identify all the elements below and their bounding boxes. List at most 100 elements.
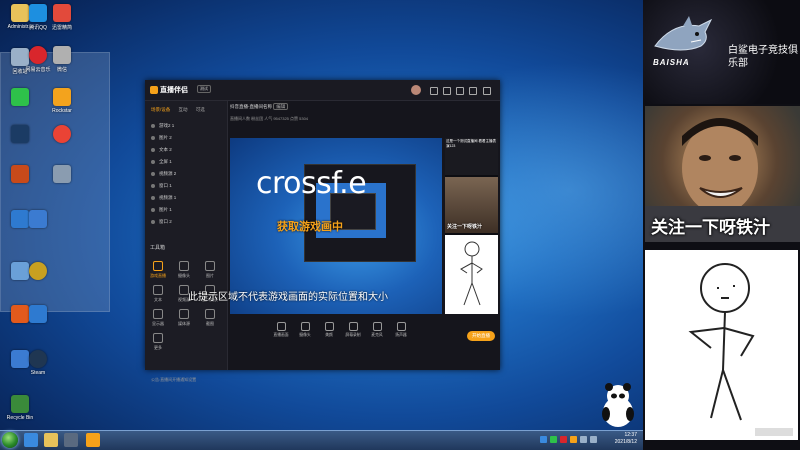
desktop-icon[interactable]: Recycle Bin [0,395,44,421]
beauty-button[interactable]: 美颜 [318,322,340,338]
microphone-icon [372,322,382,331]
desktop-icon[interactable] [14,305,62,325]
maximize-icon[interactable] [469,87,477,95]
club-banner: BAISHA 白鲨电子竞技俱乐部 [643,0,800,104]
eye-icon[interactable] [151,207,155,212]
tool-image[interactable]: 图片 [200,261,220,279]
start-live-button[interactable]: 开始直播 [467,331,495,341]
explorer-icon[interactable] [44,433,58,447]
clock[interactable]: 12:37 2021/8/12 [615,432,637,446]
taskbar: 12:37 2021/8/12 [0,430,643,450]
monitor-icon [153,309,163,319]
tool-game[interactable]: 游戏直播 [148,261,168,279]
scene-item[interactable]: 视频源 1 [151,195,176,201]
edit-badge[interactable]: 编辑 [273,103,289,110]
start-button[interactable] [2,432,18,448]
preview-face-image: 关注一下呀铁汁 [445,177,498,233]
mic-button[interactable]: 麦克风 [366,322,388,338]
app-header: 直播伴侣 测试 [145,80,500,101]
tray-icon[interactable] [550,436,557,443]
eye-icon[interactable] [151,135,155,140]
tray-icon[interactable] [570,436,577,443]
screen-button[interactable]: 直播画面 [270,322,292,338]
desktop-icon[interactable]: Rockstar [38,88,86,114]
eye-icon[interactable] [151,195,155,200]
network-icon[interactable] [590,436,597,443]
shield-icon [29,305,47,323]
desktop-icon[interactable] [14,210,62,230]
media-icon [179,309,189,319]
tool-media[interactable]: 媒体源 [174,309,194,327]
minimize-icon[interactable] [456,87,464,95]
tool-more[interactable]: 更多 [148,333,168,351]
room-stats: 直播间人数 粉丝团 人气 9547325 点赞 5304 [230,116,309,121]
ie-icon[interactable] [24,433,38,447]
scene-item[interactable]: 图片 2 [151,135,172,141]
club-name: 白鲨电子竞技俱乐部 [728,45,798,69]
game-icon [11,165,29,183]
app-icon [29,210,47,228]
eye-icon[interactable] [151,171,155,176]
record-button[interactable]: 屏幕录制 [342,322,364,338]
tool-text[interactable]: 文本 [148,285,168,303]
camera-button[interactable]: 摄像头 [294,322,316,338]
speaker-button[interactable]: 扬声器 [390,322,412,338]
desktop-icon[interactable]: Steam [14,350,62,376]
desktop-icon[interactable] [14,262,62,282]
scene-item[interactable]: 视频源 2 [151,171,176,177]
control-bar: 直播画面 摄像头 美颜 屏幕录制 麦克风 扬声器 [230,318,498,348]
desktop-icon[interactable]: 迅雷精简 [38,4,86,31]
menu-icon[interactable] [430,87,438,95]
panda-sticker [602,383,634,427]
text-icon [153,285,163,295]
file-icon [53,165,71,183]
eye-icon[interactable] [151,219,155,224]
tool-camera[interactable]: 摄像头 [174,261,194,279]
app-logo: 直播伴侣 [150,85,188,95]
avatar[interactable] [411,85,421,95]
footer-note: 公告:直播间开播通知设置 [151,377,197,382]
desktop-icon[interactable]: 微信 [38,46,86,73]
desktop-icon[interactable] [38,125,86,145]
scene-item[interactable]: 窗口 2 [151,219,172,225]
file-icon [53,46,71,64]
tab-optional[interactable]: 可选 [196,107,205,112]
tool-monitor[interactable]: 显示器 [148,309,168,327]
hint-banner: 此提示区域不代表游戏画面的实际位置和大小 [188,292,388,303]
scene-panel: 场景/设备 互动 可选 游戏2 1 图片 2 文本 2 全屏 1 视频源 2 窗… [145,101,228,382]
tab-interact[interactable]: 互动 [179,107,188,112]
tray-icon[interactable] [540,436,547,443]
tool-screenshot[interactable]: 截图 [200,309,220,327]
face-caption: 关注一下呀铁汁 [651,218,770,238]
windows-desktop: Administr... 腾讯QQ 迅雷精简 回收站 网易云音乐 微信 Rock… [0,0,643,450]
logo-mark-icon [150,86,158,95]
live-companion-window[interactable]: 直播伴侣 测试 场景/设备 互动 可选 游戏2 1 图片 2 文本 2 全屏 1… [145,80,500,382]
more-icon [153,333,163,343]
capture-status: 获取游戏画中 [277,221,343,233]
thunder-icon [53,4,71,22]
tab-scenes[interactable]: 场景/设备 [151,107,170,112]
stickman-doodle [645,250,798,440]
scene-item[interactable]: 全屏 1 [151,159,172,165]
volume-icon[interactable] [580,436,587,443]
media-player-icon[interactable] [64,433,78,447]
recycle-icon [11,395,29,413]
desktop-icon[interactable] [38,165,86,185]
eye-icon[interactable] [151,159,155,164]
scene-item[interactable]: 游戏2 1 [151,123,174,129]
eye-icon[interactable] [151,147,155,152]
live-companion-taskbar-icon[interactable] [86,433,100,447]
close-icon[interactable] [483,87,491,95]
reaction-face-image: 关注一下呀铁汁 [645,106,800,242]
preview-face-caption: 关注一下呀铁汁 [447,224,483,230]
eye-icon[interactable] [151,183,155,188]
settings-icon[interactable] [443,87,451,95]
club-wordmark: BAISHA [653,58,690,67]
tray-icon[interactable] [560,436,567,443]
wechat-icon [11,88,29,106]
room-title: 抖音直播-直播间名称 编辑 [230,103,289,110]
scene-item[interactable]: 窗口 1 [151,183,172,189]
eye-icon[interactable] [151,123,155,128]
scene-item[interactable]: 图片 1 [151,207,172,213]
scene-item[interactable]: 文本 2 [151,147,172,153]
